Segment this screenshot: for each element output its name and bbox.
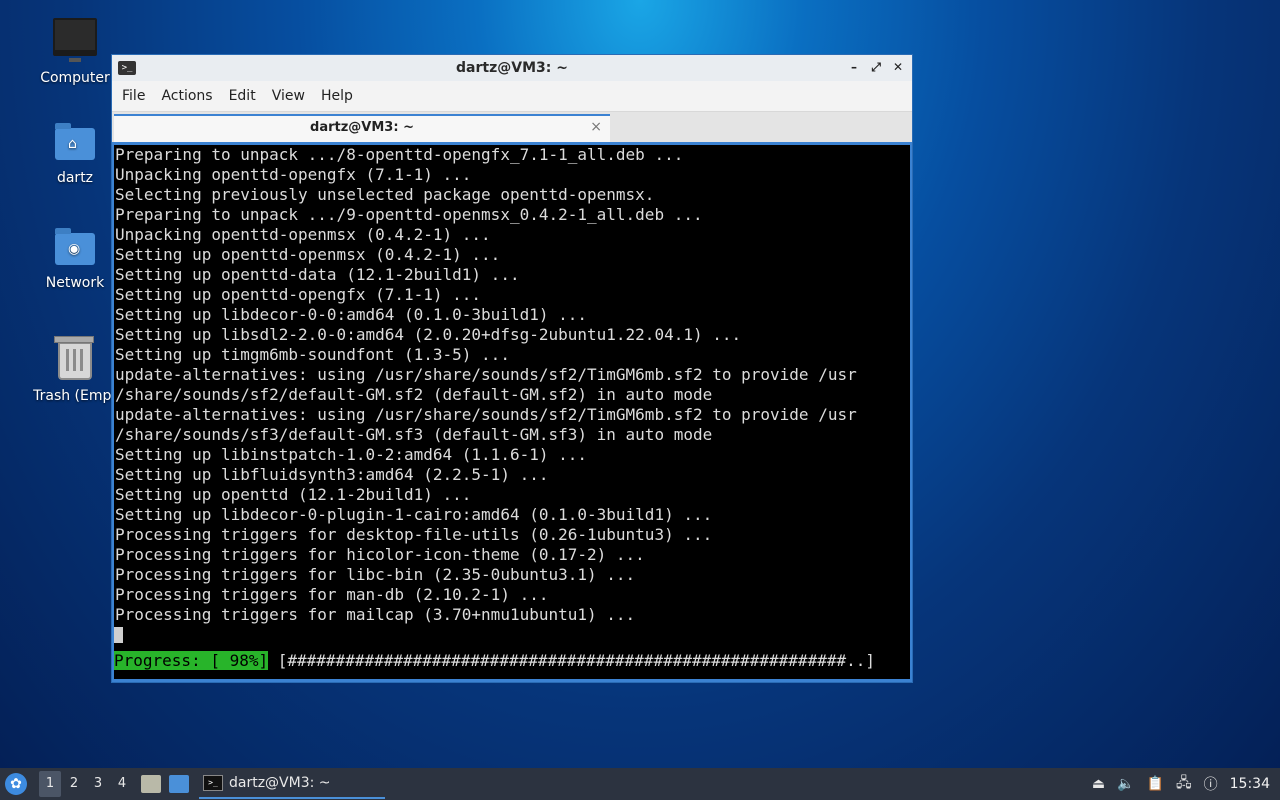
terminal-line: Unpacking openttd-opengfx (7.1-1) ... (115, 165, 472, 184)
network-icon[interactable]: 🖧 (1176, 772, 1192, 796)
terminal-line: Setting up openttd-openmsx (0.4.2-1) ... (115, 245, 501, 264)
workspace-3[interactable]: 3 (87, 771, 109, 797)
trash-icon (54, 336, 94, 380)
menubar: File Actions Edit View Help (112, 81, 912, 112)
minimize-button[interactable]: – (846, 59, 862, 75)
window-titlebar[interactable]: >_ dartz@VM3: ~ – ⤢ ✕ (112, 55, 912, 81)
progress-row: Progress: [ 98%] [######################… (114, 651, 910, 671)
terminal-line: Processing triggers for man-db (2.10.2-1… (115, 585, 549, 604)
home-folder-icon: ⌂ (55, 123, 95, 160)
workspace-1[interactable]: 1 (39, 771, 61, 797)
tab-close-icon[interactable]: × (590, 119, 602, 135)
system-tray: ⏏ 🔈 📋 🖧 ⓘ 15:34 (1092, 768, 1280, 800)
terminal-lines: Preparing to unpack .../8-openttd-opengf… (114, 145, 910, 625)
terminal-line: Processing triggers for mailcap (3.70+nm… (115, 605, 636, 624)
menu-view[interactable]: View (264, 88, 313, 104)
terminal-window: >_ dartz@VM3: ~ – ⤢ ✕ File Actions Edit … (111, 54, 913, 683)
terminal-output[interactable]: Preparing to unpack .../8-openttd-opengf… (114, 145, 910, 679)
terminal-line: Processing triggers for hicolor-icon-the… (115, 545, 645, 564)
terminal-line: Unpacking openttd-openmsx (0.4.2-1) ... (115, 225, 491, 244)
desktop-icon-network[interactable]: ◉ Network (25, 228, 125, 291)
show-desktop-icon[interactable] (169, 775, 189, 793)
terminal-line: /share/sounds/sf3/default-GM.sf3 (defaul… (115, 425, 713, 444)
terminal-line: Setting up openttd (12.1-2build1) ... (115, 485, 472, 504)
menu-help[interactable]: Help (313, 88, 361, 104)
terminal-app-icon[interactable]: >_ (118, 61, 136, 75)
desktop-icon-label: dartz (56, 170, 94, 186)
workspace-2[interactable]: 2 (63, 771, 85, 797)
desktop-icon-home[interactable]: ⌂ dartz (25, 123, 125, 186)
terminal-line: Setting up timgm6mb-soundfont (1.3-5) ..… (115, 345, 510, 364)
menu-file[interactable]: File (114, 88, 153, 104)
workspace-4[interactable]: 4 (111, 771, 133, 797)
window-title: dartz@VM3: ~ (456, 60, 568, 76)
taskbar-task-terminal[interactable]: >_ dartz@VM3: ~ (199, 769, 385, 799)
clock[interactable]: 15:34 (1230, 776, 1270, 792)
terminal-line: Setting up libsdl2-2.0-0:amd64 (2.0.20+d… (115, 325, 742, 344)
start-menu-icon[interactable]: ✿ (5, 773, 27, 795)
desktop-icon-label: Network (45, 275, 105, 291)
progress-bar: [#######################################… (268, 651, 875, 670)
close-button[interactable]: ✕ (890, 59, 906, 75)
menu-actions[interactable]: Actions (153, 88, 220, 104)
network-folder-icon: ◉ (55, 228, 95, 265)
volume-icon[interactable]: 🔈 (1117, 776, 1134, 792)
terminal-line: Setting up libdecor-0-0:amd64 (0.1.0-3bu… (115, 305, 588, 324)
taskbar: ✿ 1 2 3 4 >_ dartz@VM3: ~ ⏏ 🔈 📋 🖧 ⓘ 15:3… (0, 768, 1280, 800)
desktop-icon-label: Computer (40, 70, 110, 86)
maximize-button[interactable]: ⤢ (868, 59, 884, 75)
terminal-line: Processing triggers for desktop-file-uti… (115, 525, 713, 544)
terminal-line: Setting up libfluidsynth3:amd64 (2.2.5-1… (115, 465, 549, 484)
terminal-line: update-alternatives: using /usr/share/so… (115, 405, 857, 424)
terminal-task-icon: >_ (203, 775, 223, 791)
clipboard-icon[interactable]: 📋 (1147, 776, 1164, 792)
terminal-line: Selecting previously unselected package … (115, 185, 655, 204)
tab-bar: dartz@VM3: ~ × (112, 112, 912, 142)
terminal-line: /share/sounds/sf2/default-GM.sf2 (defaul… (115, 385, 713, 404)
terminal-line: Setting up libinstpatch-1.0-2:amd64 (1.1… (115, 445, 588, 464)
task-label: dartz@VM3: ~ (229, 775, 331, 791)
file-manager-icon[interactable] (141, 775, 161, 793)
progress-label: Progress: [ 98%] (114, 651, 269, 670)
menu-edit[interactable]: Edit (221, 88, 264, 104)
desktop-icon-computer[interactable]: Computer (25, 18, 125, 86)
terminal-line: Preparing to unpack .../8-openttd-opengf… (115, 145, 684, 164)
terminal-line: Preparing to unpack .../9-openttd-openms… (115, 205, 703, 224)
eject-icon[interactable]: ⏏ (1092, 776, 1105, 792)
terminal-line: Processing triggers for libc-bin (2.35-0… (115, 565, 636, 584)
terminal-line: Setting up openttd-data (12.1-2build1) .… (115, 265, 520, 284)
terminal-line: update-alternatives: using /usr/share/so… (115, 365, 857, 384)
monitor-icon (53, 18, 97, 62)
tab-terminal[interactable]: dartz@VM3: ~ × (114, 114, 610, 142)
terminal-cursor (114, 627, 123, 643)
terminal-line: Setting up libdecor-0-plugin-1-cairo:amd… (115, 505, 713, 524)
tab-label: dartz@VM3: ~ (310, 120, 414, 135)
update-notifier-icon[interactable]: ⓘ (1204, 774, 1218, 794)
terminal-line: Setting up openttd-opengfx (7.1-1) ... (115, 285, 482, 304)
